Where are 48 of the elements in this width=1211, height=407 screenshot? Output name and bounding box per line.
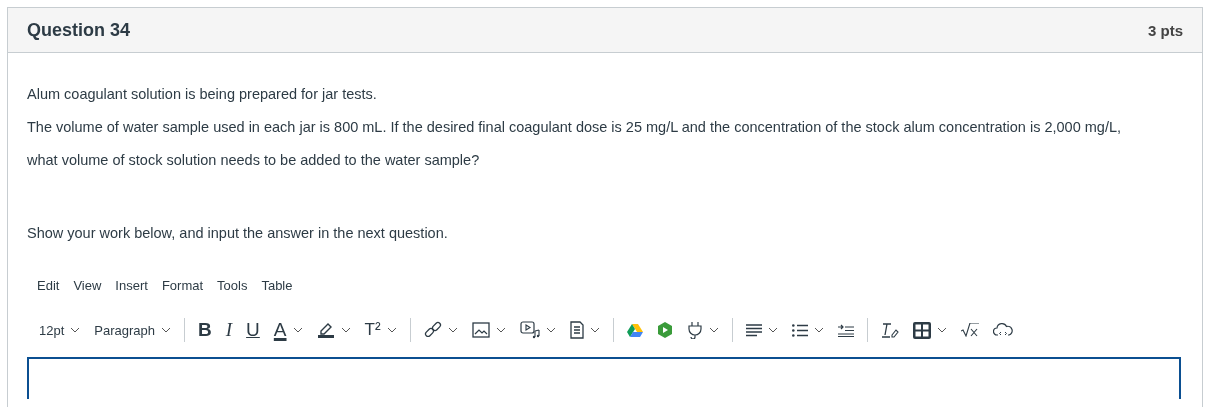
- caret-icon: [589, 327, 600, 333]
- play-hexagon-icon: [656, 322, 673, 338]
- image-icon: [471, 322, 490, 338]
- document-icon: [569, 321, 584, 339]
- caret-icon: [545, 327, 556, 333]
- caret-icon: [70, 327, 81, 333]
- bold-button[interactable]: B: [191, 317, 219, 343]
- question-text: The volume of water sample used in each jar is 800 mL. If the desired final coagulant dose is 25 mg/L and the concentration of the stock alum concentration is 2,000 mg/L,: [27, 118, 1123, 136]
- block-format-dropdown[interactable]: Paragraph: [87, 317, 179, 343]
- caret-icon: [708, 327, 719, 333]
- link-icon: [423, 321, 442, 339]
- font-size-dropdown[interactable]: 12pt: [32, 317, 88, 343]
- instruction-text: Show your work below, and input the answer in the next question.: [27, 224, 449, 242]
- list-icon: [791, 323, 808, 337]
- caret-icon: [292, 327, 303, 333]
- triangle-icon: [626, 323, 643, 337]
- menu-item[interactable]: Tools: [211, 276, 254, 295]
- caret-icon: [813, 327, 824, 333]
- text-color-button[interactable]: A: [266, 317, 310, 343]
- menu-item[interactable]: View: [67, 276, 108, 295]
- cloud-icon: [992, 322, 1013, 338]
- caret-icon: [936, 327, 947, 333]
- plug-icon: [686, 321, 703, 339]
- caret-icon: [495, 327, 506, 333]
- italic-button[interactable]: I: [218, 317, 240, 343]
- caret-icon: [340, 327, 351, 333]
- menu-item[interactable]: Format: [155, 276, 210, 295]
- caret-icon: [447, 327, 458, 333]
- menu-item[interactable]: Table: [255, 276, 299, 295]
- points-label: 3 pts: [1148, 21, 1183, 39]
- clear-formatting-icon: [880, 322, 899, 338]
- caret-icon: [386, 327, 397, 333]
- question-text: what volume of stock solution needs to be added to the water sample?: [27, 151, 481, 169]
- caret-icon: [767, 327, 778, 333]
- menu-item[interactable]: Insert: [109, 276, 154, 295]
- media-icon: [519, 321, 540, 339]
- answer-editor[interactable]: [27, 357, 1181, 399]
- caret-icon: [161, 327, 172, 333]
- underline-button[interactable]: U: [239, 317, 267, 343]
- align-icon: [745, 323, 762, 337]
- superscript-button[interactable]: T²: [357, 317, 404, 343]
- table-icon: [912, 321, 931, 339]
- question-text: Alum coagulant solution is being prepared for jar tests.: [27, 85, 378, 103]
- menu-item[interactable]: Edit: [31, 276, 66, 295]
- highlighter-icon: [316, 322, 335, 338]
- question-title: Question 34: [27, 19, 131, 41]
- indent-icon: [837, 323, 854, 337]
- square-root-icon: [960, 323, 979, 337]
